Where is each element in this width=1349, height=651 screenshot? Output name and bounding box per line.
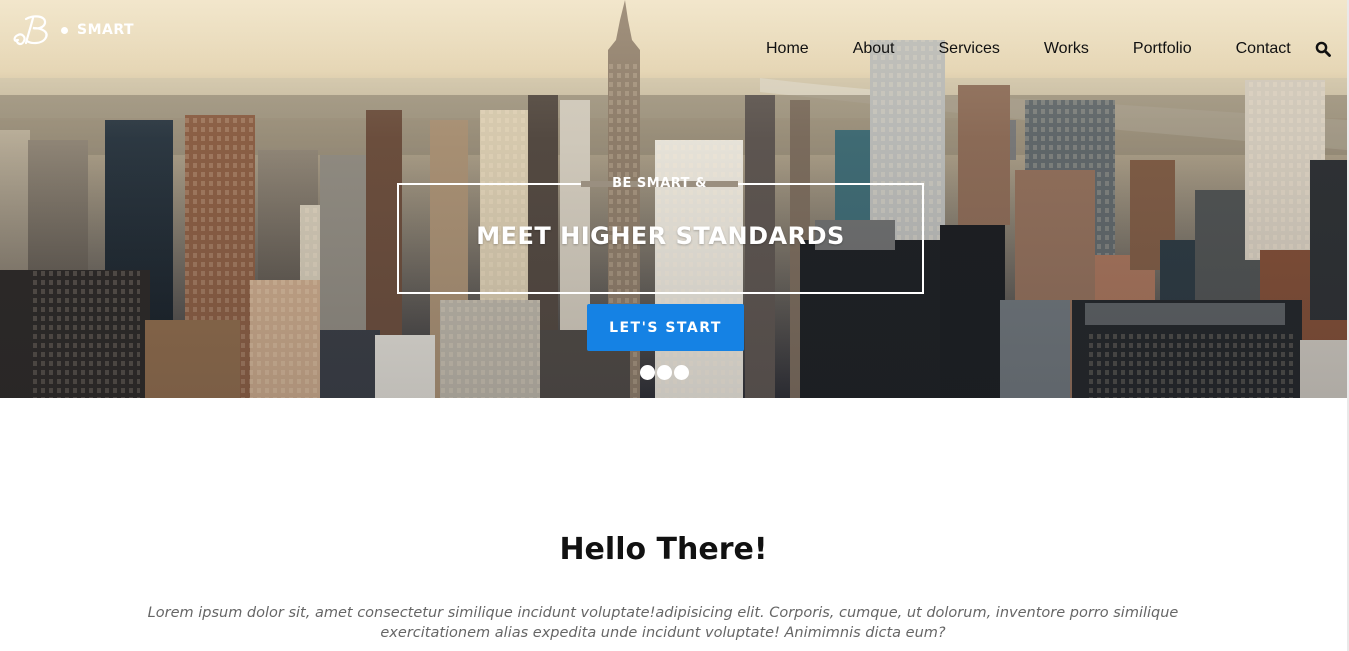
intro-line-2: exercitationem alias expedita unde incid… <box>380 625 946 641</box>
slider-dot-3[interactable] <box>674 365 689 380</box>
logo-separator-dot <box>61 26 68 34</box>
nav-item-home[interactable]: Home <box>766 40 809 58</box>
nav-item-portfolio[interactable]: Portfolio <box>1133 40 1192 58</box>
eyebrow-wrap: BE SMART & <box>581 175 738 191</box>
nav-item-services[interactable]: Services <box>939 40 1000 58</box>
hero-headline: MEET HIGHER STANDARDS <box>476 222 845 250</box>
brand-name: SMART <box>77 22 135 38</box>
hero-eyebrow: BE SMART & <box>612 175 707 191</box>
intro-line-1: Lorem ipsum dolor sit, amet consectetur … <box>147 605 1179 621</box>
section-title: Hello There! <box>559 532 768 567</box>
nav-item-works[interactable]: Works <box>1044 40 1089 58</box>
slider-dot-1[interactable] <box>640 365 655 380</box>
search-icon[interactable] <box>1315 41 1331 57</box>
main-nav: Home About Services Works Portfolio Cont… <box>745 38 1291 60</box>
nav-item-about[interactable]: About <box>853 40 895 58</box>
script-b-logo-icon <box>13 15 48 46</box>
slider-dots <box>640 365 691 380</box>
hero-banner: SMART Home About Services Works Portfoli… <box>0 0 1347 398</box>
lets-start-button[interactable]: LET'S START <box>587 304 744 351</box>
nav-item-contact[interactable]: Contact <box>1236 40 1291 58</box>
intro-paragraph: Lorem ipsum dolor sit, amet consectetur … <box>138 603 1188 643</box>
slider-dot-2[interactable] <box>657 365 672 380</box>
brand-logo[interactable]: SMART <box>12 12 134 48</box>
